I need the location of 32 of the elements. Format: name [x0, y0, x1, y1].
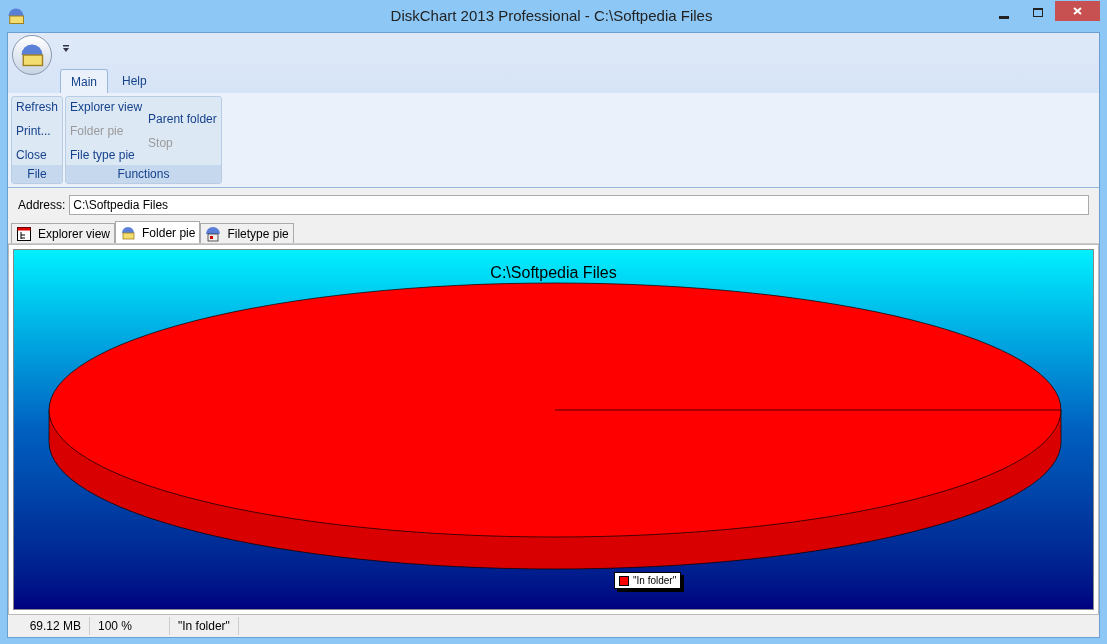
app-icon — [6, 6, 26, 26]
address-field[interactable]: C:\Softpedia Files — [69, 195, 1089, 215]
quick-access-dropdown[interactable] — [62, 43, 70, 53]
group-label: Functions — [66, 165, 221, 183]
status-text: 100 % — [90, 617, 170, 635]
filetype-pie-icon — [205, 225, 222, 242]
ribbon-tab[interactable]: Main — [60, 69, 108, 93]
ribbon-tab[interactable]: Help — [108, 69, 161, 93]
address-label: Address: — [18, 197, 66, 214]
folder-pie-icon — [120, 224, 137, 241]
view-tab[interactable]: Explorer view — [11, 223, 116, 243]
chart-title: C:\Softpedia Files — [490, 264, 617, 282]
caret-icon — [63, 44, 69, 52]
ribbon-command[interactable]: Explorer view — [70, 98, 143, 116]
close-button[interactable] — [1055, 1, 1100, 21]
application-button[interactable] — [12, 35, 52, 75]
ribbon-command[interactable]: Refresh — [16, 98, 59, 116]
close-icon — [1073, 7, 1082, 15]
tree-icon — [16, 225, 32, 242]
group-label: File — [12, 165, 63, 183]
minimize-icon — [999, 15, 1009, 19]
ribbon-command[interactable]: File type pie — [70, 146, 143, 164]
window-title: DiskChart 2013 Professional - C:\Softpedia Files — [390, 5, 713, 26]
ribbon-command[interactable]: Close — [16, 146, 59, 164]
ribbon-command[interactable]: Parent folder — [148, 110, 217, 128]
ribbon-command[interactable]: Print... — [16, 122, 59, 140]
status-text: 69.12 MB — [8, 617, 90, 635]
legend-label: "In folder" — [633, 574, 677, 588]
view-tab[interactable]: Folder pie — [115, 221, 201, 243]
status-text: "In folder" — [170, 617, 239, 635]
view-tab[interactable]: Filetype pie — [200, 223, 294, 243]
maximize-icon — [1033, 7, 1043, 17]
